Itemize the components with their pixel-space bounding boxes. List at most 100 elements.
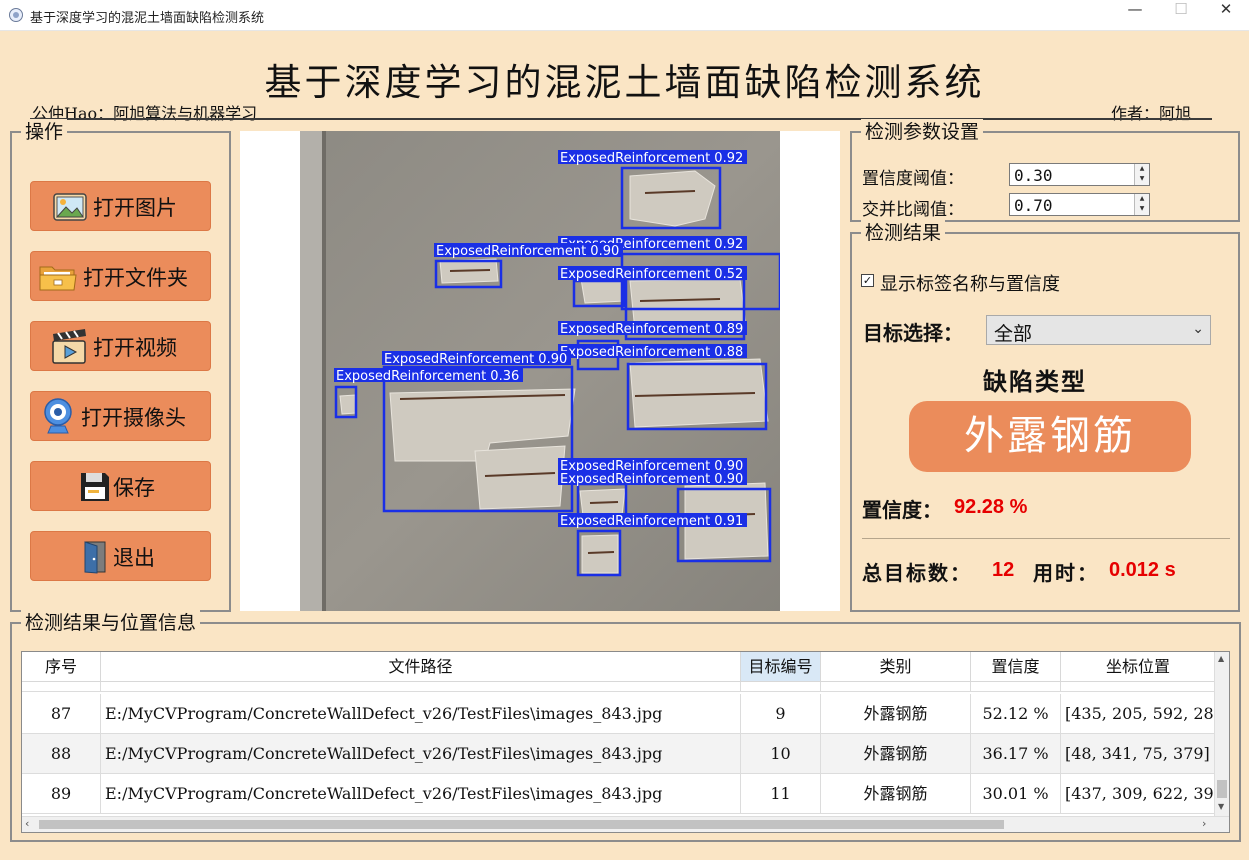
detection-label: ExposedReinforcement 0.90 xyxy=(560,472,743,487)
spin-down-icon[interactable]: ▼ xyxy=(1135,204,1149,214)
cell-coords: [437, 309, 622, 396] xyxy=(1061,774,1216,814)
cell-index: 89 xyxy=(22,774,101,814)
vertical-scroll-thumb[interactable] xyxy=(1217,780,1227,798)
exit-icon xyxy=(84,541,106,574)
operations-group-title: 操作 xyxy=(21,119,68,145)
show-labels-text: 显示标签名称与置信度 xyxy=(880,274,1060,295)
total-targets-label: 总目标数： xyxy=(862,561,972,585)
detection-label: ExposedReinforcement 0.88 xyxy=(560,345,743,360)
maximize-button[interactable]: ☐ xyxy=(1158,0,1204,31)
cell-confidence: 36.17 % xyxy=(971,734,1061,774)
chevron-down-icon: ⌄ xyxy=(1192,321,1204,337)
open-camera-button[interactable]: 打开摄像头 xyxy=(30,391,211,441)
cell-class: 外露钢筋 xyxy=(821,734,971,774)
open-video-button[interactable]: 打开视频 xyxy=(30,321,211,371)
vertical-scrollbar[interactable]: ▲ ▼ xyxy=(1214,652,1229,817)
target-select-value: 全部 xyxy=(994,323,1033,345)
confidence-threshold-label: 置信度阈值： xyxy=(862,169,964,189)
cell-target-id: 11 xyxy=(741,774,821,814)
page-title: 基于深度学习的混泥土墙面缺陷检测系统 xyxy=(264,61,985,104)
cell-class: 外露钢筋 xyxy=(821,774,971,814)
cell-coords: [48, 341, 75, 379] xyxy=(1061,734,1216,774)
window-title: 基于深度学习的混泥土墙面缺陷检测系统 xyxy=(30,11,265,26)
table-row[interactable]: 88 E:/MyCVProgram/ConcreteWallDefect_v26… xyxy=(22,734,1216,774)
confidence-threshold-value: 0.30 xyxy=(1014,166,1053,185)
column-header-class[interactable]: 类别 xyxy=(821,652,971,682)
spin-up-icon[interactable]: ▲ xyxy=(1135,164,1149,174)
spin-down-icon[interactable]: ▼ xyxy=(1135,174,1149,184)
app-icon xyxy=(9,8,23,22)
image-icon xyxy=(53,193,87,221)
elapsed-time-value: 0.012 s xyxy=(1109,559,1176,581)
show-labels-checkbox[interactable]: ✓ xyxy=(861,274,874,287)
column-header-path[interactable]: 文件路径 xyxy=(101,652,741,682)
column-header-index[interactable]: 序号 xyxy=(22,652,101,682)
open-camera-label: 打开摄像头 xyxy=(81,406,186,430)
confidence-threshold-spinbox[interactable]: 0.30 ▲ ▼ xyxy=(1009,163,1150,186)
minimize-button[interactable]: — xyxy=(1112,0,1158,31)
scroll-up-icon[interactable]: ▲ xyxy=(1218,654,1224,663)
open-image-button[interactable]: 打开图片 xyxy=(30,181,211,231)
results-table[interactable]: 86 E:/MyCVProgram/ConcreteWallDefect_v26… xyxy=(21,651,1230,833)
horizontal-scroll-thumb[interactable] xyxy=(39,820,1004,829)
params-group-title: 检测参数设置 xyxy=(861,119,984,145)
column-header-target-id[interactable]: 目标编号 xyxy=(741,652,821,682)
column-header-confidence[interactable]: 置信度 xyxy=(971,652,1061,682)
scroll-left-icon[interactable]: ‹ xyxy=(25,817,29,830)
target-select[interactable]: 全部 ⌄ xyxy=(986,315,1211,345)
detection-result-image: ExposedReinforcement 0.92 ExposedReinforc… xyxy=(300,131,780,611)
author-label: 作者：阿旭 xyxy=(1111,104,1192,123)
detection-label: ExposedReinforcement 0.90 xyxy=(436,244,619,259)
elapsed-time-label: 用时： xyxy=(1033,561,1099,585)
wall-edge xyxy=(300,131,322,611)
detection-label: ExposedReinforcement 0.36 xyxy=(336,369,519,384)
detection-label: ExposedReinforcement 0.90 xyxy=(384,352,567,367)
spin-up-icon[interactable]: ▲ xyxy=(1135,194,1149,204)
close-button[interactable]: ✕ xyxy=(1203,0,1249,31)
save-button[interactable]: 保存 xyxy=(30,461,211,511)
scroll-down-icon[interactable]: ▼ xyxy=(1218,802,1224,811)
cell-target-id: 9 xyxy=(741,694,821,734)
cell-index: 87 xyxy=(22,694,101,734)
cell-target-id: 10 xyxy=(741,734,821,774)
folder-icon xyxy=(39,266,77,291)
cell-coords: [435, 205, 592, 289] xyxy=(1061,694,1216,734)
horizontal-scrollbar[interactable]: ‹ › xyxy=(22,816,1229,832)
open-folder-button[interactable]: 打开文件夹 xyxy=(30,251,211,301)
detection-label: ExposedReinforcement 0.92 xyxy=(560,151,743,166)
iou-threshold-value: 0.70 xyxy=(1014,196,1053,215)
total-targets-value: 12 xyxy=(992,559,1015,581)
iou-threshold-spinbox[interactable]: 0.70 ▲ ▼ xyxy=(1009,193,1150,216)
save-label: 保存 xyxy=(113,476,155,500)
column-header-coords[interactable]: 坐标位置 xyxy=(1061,652,1216,682)
confidence-spin-arrows[interactable]: ▲ ▼ xyxy=(1134,164,1149,185)
iou-threshold-label: 交并比阈值： xyxy=(862,200,964,220)
cell-confidence: 52.12 % xyxy=(971,694,1061,734)
target-select-label: 目标选择： xyxy=(863,321,963,345)
cell-confidence: 30.01 % xyxy=(971,774,1061,814)
video-icon xyxy=(52,329,86,364)
results-group-title: 检测结果 xyxy=(861,220,946,246)
operations-group: 操作 打开图片 打开文件夹 打开视频 打开摄像头 保存 退出 xyxy=(10,119,231,612)
header-divider xyxy=(30,118,1212,120)
scroll-right-icon[interactable]: › xyxy=(1202,817,1206,830)
window-titlebar: 基于深度学习的混泥土墙面缺陷检测系统 — ☐ ✕ xyxy=(0,0,1249,31)
exit-label: 退出 xyxy=(113,546,155,570)
cell-index: 88 xyxy=(22,734,101,774)
confidence-result-value: 92.28 % xyxy=(954,496,1028,518)
open-video-label: 打开视频 xyxy=(93,336,177,360)
detection-label: ExposedReinforcement 0.91 xyxy=(560,514,743,529)
results-divider xyxy=(862,538,1230,539)
open-folder-label: 打开文件夹 xyxy=(83,266,188,290)
detection-label: ExposedReinforcement 0.52 xyxy=(560,267,743,282)
iou-spin-arrows[interactable]: ▲ ▼ xyxy=(1134,194,1149,215)
defect-type-heading: 缺陷类型 xyxy=(983,367,1087,396)
confidence-result-label: 置信度： xyxy=(862,498,942,522)
defect-type-badge: 外露钢筋 xyxy=(909,401,1191,472)
table-row[interactable]: 89 E:/MyCVProgram/ConcreteWallDefect_v26… xyxy=(22,774,1216,814)
cell-path: E:/MyCVProgram/ConcreteWallDefect_v26/Te… xyxy=(101,694,741,734)
detection-overlay: ExposedReinforcement 0.92 ExposedReinforc… xyxy=(300,131,780,611)
exit-button[interactable]: 退出 xyxy=(30,531,211,581)
table-row[interactable]: 87 E:/MyCVProgram/ConcreteWallDefect_v26… xyxy=(22,694,1216,734)
open-image-label: 打开图片 xyxy=(93,196,177,220)
